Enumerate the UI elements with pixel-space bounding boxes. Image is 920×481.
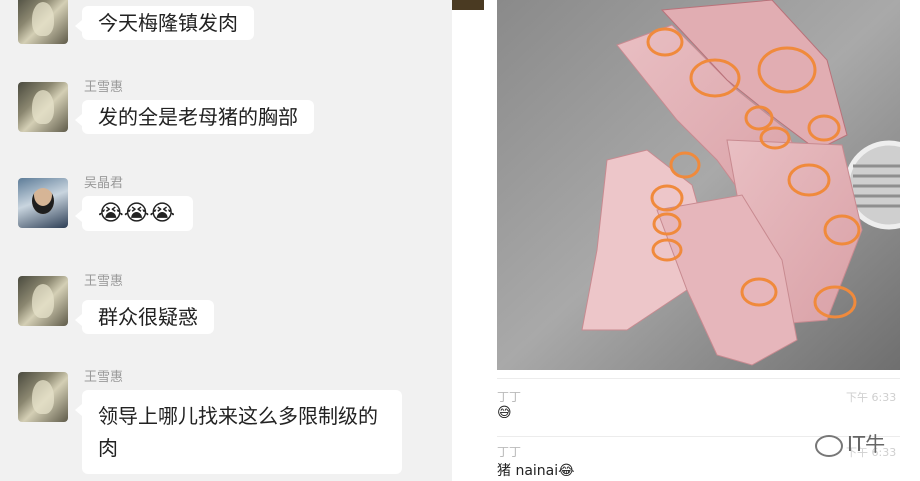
message-bubble[interactable]: 群众很疑惑 [75, 300, 214, 334]
wechat-icon [815, 434, 843, 457]
sender-name: 王雪惠 [84, 370, 124, 385]
message-bubble[interactable]: 今天梅隆镇发肉 [75, 6, 254, 40]
sender-name: 吴晶君 [84, 176, 124, 191]
commenter-name: 丁丁 [497, 445, 522, 459]
message-bubble[interactable]: 领导上哪儿找来这么多限制级的肉 [75, 390, 402, 474]
meat-photo[interactable] [497, 0, 900, 370]
watermark-text: IT牛 [847, 432, 886, 456]
avatar[interactable] [18, 82, 68, 132]
chat-panel: 今天梅隆镇发肉 王雪惠 发的全是老母猪的胸部 吴晶君 😭😭😭 王雪惠 群众很疑惑… [0, 0, 452, 481]
avatar[interactable] [18, 0, 68, 44]
photo-post-panel: 丁丁 下午 6:33 😅 丁丁 下午 6:33 猪 nainai😂 IT牛 [452, 0, 920, 481]
message-bubble[interactable]: 😭😭😭 [74, 196, 194, 231]
sender-name: 王雪惠 [84, 274, 124, 289]
thumbnail-image [452, 0, 484, 10]
crying-emoji: 😭😭😭 [98, 201, 176, 226]
watermark: IT牛 [815, 428, 885, 457]
message-bubble[interactable]: 发的全是老母猪的胸部 [75, 100, 314, 134]
avatar[interactable] [18, 276, 68, 326]
sender-name: 王雪惠 [84, 80, 124, 95]
commenter-name: 丁丁 [497, 390, 522, 404]
avatar[interactable] [18, 178, 68, 228]
comment-time: 下午 6:33 [846, 391, 897, 404]
comment-text: 猪 nainai😂 [497, 463, 575, 479]
avatar[interactable] [18, 372, 68, 422]
comment-text: 😅 [497, 405, 512, 421]
divider [497, 378, 900, 379]
